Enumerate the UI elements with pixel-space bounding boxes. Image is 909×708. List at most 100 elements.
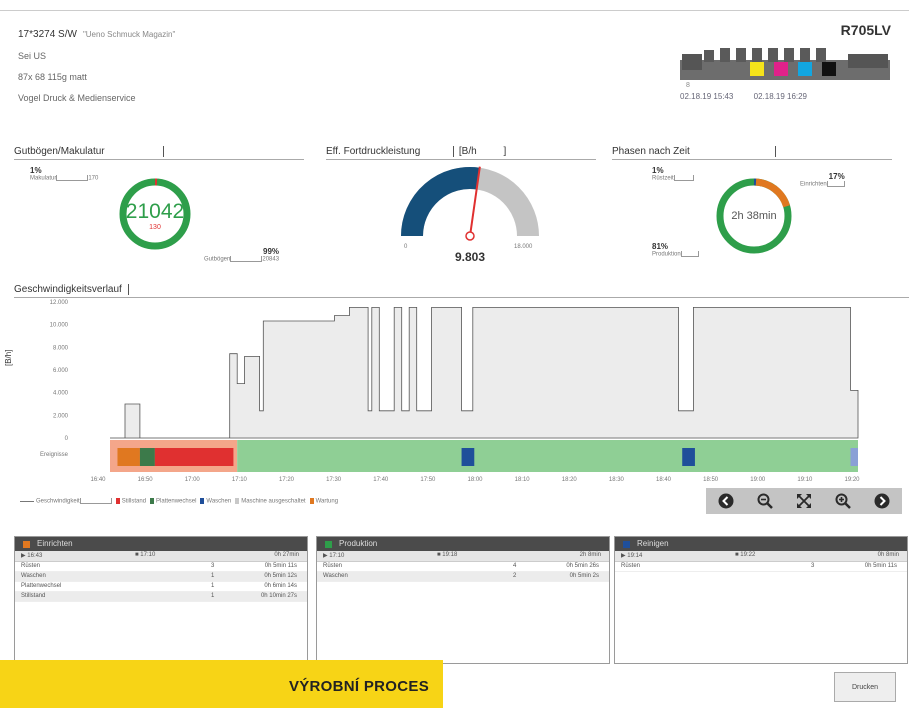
- good-label: Gutbögen: [204, 256, 231, 263]
- print-button-label: Drucken: [851, 683, 879, 691]
- panel-row[interactable]: Rüsten 3 0h 5min 11s: [615, 562, 907, 572]
- event-band: [139, 448, 155, 466]
- x-tick-label: 17:40: [373, 477, 389, 483]
- zoom-in-icon[interactable]: [835, 493, 852, 509]
- panel-title: Produktion: [317, 537, 609, 551]
- panel-row[interactable]: Rüsten 3 0h 5min 11s: [15, 562, 307, 572]
- job-quoted-title: "Ueno Schmuck Magazin": [82, 30, 176, 39]
- speed-chart-legend: Geschwindigkeit Stillstand Plattenwechsel W…: [16, 498, 338, 505]
- panel-cleaning: Reinigen ▶ 19:14 ■ 19:22 0h 8min Rüsten 3 0h 5…: [614, 536, 908, 664]
- perf-unit: [B/h: [458, 146, 477, 158]
- phase-makeready-pct: 17%: [828, 172, 845, 181]
- color-unit-black: [822, 62, 836, 76]
- phases-header: Phasen nach Zeit: [612, 146, 892, 160]
- legend-swatch: [115, 498, 120, 504]
- legend-swatch: [235, 498, 240, 504]
- good-pct: 99%: [263, 247, 280, 256]
- perf-unit-close: ]: [503, 146, 507, 158]
- job-line-3: 87x 68 115g matt: [18, 72, 87, 82]
- legend-label: Plattenwechsel: [156, 498, 197, 505]
- color-unit-cyan: [798, 62, 812, 76]
- previous-icon[interactable]: [718, 493, 734, 509]
- event-band: [682, 448, 695, 466]
- phases-title: Phasen nach Zeit: [612, 146, 690, 158]
- panel-row[interactable]: Stillstand 1 0h 10min 27s: [15, 592, 307, 602]
- panel-production: Produktion ▶ 17:10 ■ 19:18 2h 8min Rüsten 4 0h…: [316, 536, 610, 664]
- speed-chart-title: Geschwindigkeitsverlauf: [14, 284, 122, 296]
- speed-chart[interactable]: 12.000 10.000 8.000 6.000 4.000 2.000 0 Ereigni…: [0, 298, 909, 488]
- event-band: [237, 440, 858, 472]
- phases-center: 2h 38min: [731, 210, 777, 222]
- perf-title: Eff. Fortdruckleistung: [326, 146, 421, 158]
- good-waste-header: Gutbögen/Makulatur: [14, 146, 304, 160]
- color-unit-magenta: [774, 62, 788, 76]
- process-banner: VÝROBNÍ PROCES: [0, 660, 443, 708]
- print-button[interactable]: Drucken: [834, 672, 896, 702]
- good-waste-sub: 130: [149, 224, 161, 231]
- y-tick-label: 8.000: [53, 345, 69, 351]
- phase-setup-pct: 1%: [652, 166, 664, 175]
- panel-time-row: ▶ 16:43 ■ 17:10 0h 27min: [15, 551, 307, 562]
- phase-makeready-indicator: 17% Einrichten: [800, 172, 845, 188]
- legend-label: Maschine ausgeschaltet: [241, 498, 306, 505]
- y-tick-label: 6.000: [53, 368, 69, 374]
- panel-row[interactable]: Waschen 1 0h 5min 12s: [15, 572, 307, 582]
- phase-production-pct: 81%: [652, 242, 669, 251]
- perf-header: Eff. Fortdruckleistung [B/h ]: [326, 146, 596, 160]
- phase-color-icon: [623, 541, 630, 548]
- machine-name: R705LV: [840, 22, 891, 38]
- job-line-2: Sei US: [18, 51, 47, 61]
- fit-icon[interactable]: [796, 493, 812, 509]
- x-tick-label: 16:50: [138, 477, 154, 483]
- chart-controls: [706, 488, 902, 514]
- panel-row[interactable]: Waschen 2 0h 5min 2s: [317, 572, 609, 582]
- event-band: [850, 448, 858, 466]
- waste-indicator: 1% Makulatur 170: [30, 166, 98, 182]
- performance-gauge: [401, 166, 539, 241]
- y-tick-label: 4.000: [53, 391, 69, 397]
- legend-swatch: [200, 498, 205, 504]
- panel-row[interactable]: Rüsten 4 0h 5min 26s: [317, 562, 609, 572]
- x-tick-label: 18:20: [562, 477, 578, 483]
- legend-swatch: [150, 498, 155, 504]
- event-band: [154, 448, 234, 466]
- legend-label: Stillstand: [121, 498, 147, 505]
- x-tick-label: 17:50: [420, 477, 436, 483]
- legend-swatch: [20, 500, 34, 502]
- phase-color-icon: [23, 541, 30, 548]
- x-tick-label: 18:30: [609, 477, 625, 483]
- phase-production-indicator: 81% Produktion: [652, 242, 699, 258]
- panel-row[interactable]: Plattenwechsel 1 0h 6min 14s: [15, 582, 307, 592]
- y-tick-label: 0: [65, 436, 69, 442]
- panel-time-row: ▶ 19:14 ■ 19:22 0h 8min: [615, 551, 907, 562]
- zoom-out-icon[interactable]: [757, 493, 773, 509]
- job-line-4: Vogel Druck & Medienservice: [18, 93, 136, 103]
- x-tick-label: 18:00: [467, 477, 483, 483]
- press-machine-icon[interactable]: [680, 44, 890, 84]
- panel-title: Einrichten: [15, 537, 307, 551]
- press-dates: 02.18.19 15:43 02.18.19 16:29: [680, 92, 825, 101]
- panel-time-row: ▶ 17:10 ■ 19:18 2h 8min: [317, 551, 609, 562]
- next-icon[interactable]: [874, 493, 890, 509]
- x-tick-label: 17:00: [185, 477, 201, 483]
- panel-title: Reinigen: [615, 537, 907, 551]
- y-tick-label: 10.000: [50, 323, 69, 329]
- phase-setup-label: Rüstzeit: [652, 175, 674, 182]
- x-tick-label: 18:50: [703, 477, 719, 483]
- legend-label: Waschen: [206, 498, 232, 505]
- start-date: 02.18.19 15:43: [680, 92, 734, 101]
- legend-label: Wartung: [315, 498, 339, 505]
- x-tick-label: 17:30: [326, 477, 342, 483]
- legend-label: Geschwindigkeit: [36, 498, 80, 505]
- speed-chart-header: Geschwindigkeitsverlauf: [14, 284, 909, 298]
- y-tick-label: 12.000: [50, 300, 69, 306]
- x-tick-label: 19:00: [750, 477, 766, 483]
- press-unit-label: 8: [686, 82, 690, 89]
- x-tick-label: 17:20: [279, 477, 295, 483]
- waste-label: Makulatur: [30, 175, 57, 182]
- legend-swatch: [309, 498, 314, 504]
- event-band: [117, 448, 140, 466]
- phase-row-label: Ereignisse: [40, 452, 69, 458]
- x-tick-label: 19:10: [797, 477, 813, 483]
- phase-setup-indicator: 1% Rüstzeit: [652, 166, 694, 182]
